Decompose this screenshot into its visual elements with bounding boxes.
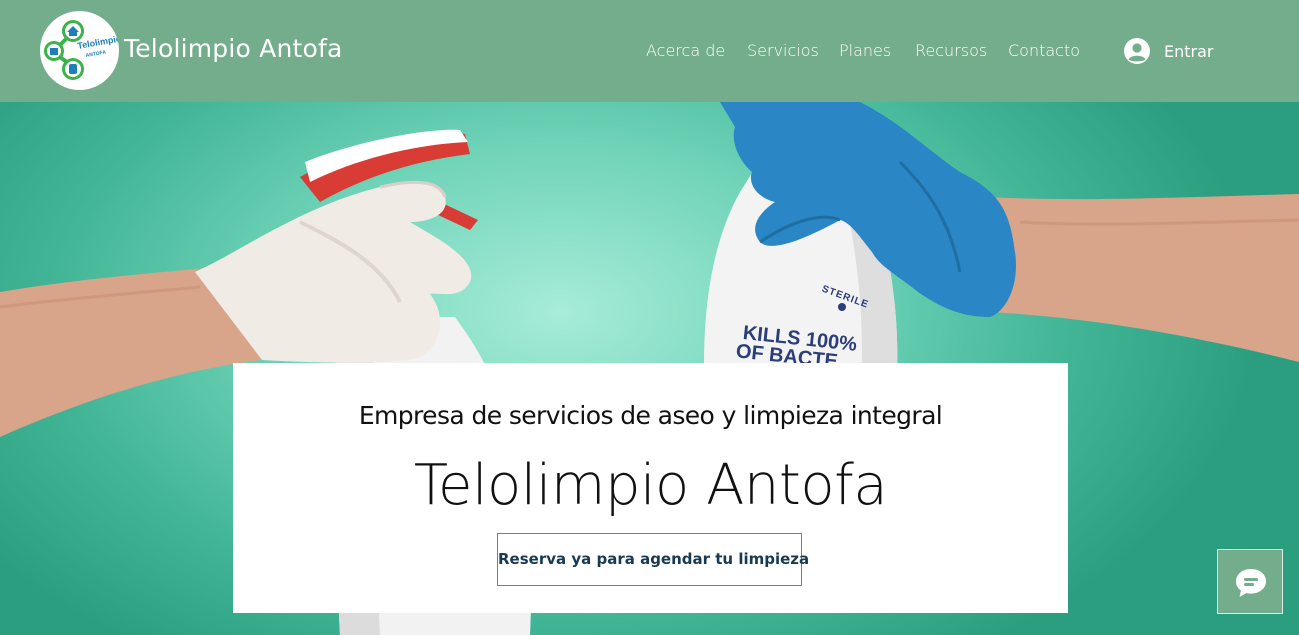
hero-card: Empresa de servicios de aseo y limpieza …: [233, 363, 1068, 613]
login-link[interactable]: Entrar: [1164, 42, 1213, 61]
hero-subtitle: Empresa de servicios de aseo y limpieza …: [358, 401, 943, 430]
nav-item-acerca-de[interactable]: Acerca de: [646, 41, 725, 60]
logo-text-sub: ANTOFA: [85, 49, 107, 59]
site-logo[interactable]: Telolimpio ANTOFA: [40, 11, 119, 90]
book-cleaning-button[interactable]: Reserva ya para agendar tu limpieza: [497, 533, 809, 586]
chat-button[interactable]: [1217, 549, 1283, 614]
nav-item-contacto[interactable]: Contacto: [1008, 41, 1080, 60]
site-header: Telolimpio ANTOFA Telolimpio Antofa Acer…: [0, 0, 1299, 102]
nav-item-planes[interactable]: Planes: [839, 41, 891, 60]
user-avatar-icon[interactable]: [1124, 38, 1150, 64]
site-title[interactable]: Telolimpio Antofa: [124, 34, 343, 63]
nav-item-servicios[interactable]: Servicios: [747, 41, 819, 60]
logo-text-main: Telolimpio: [77, 33, 119, 51]
nav-item-recursos[interactable]: Recursos: [915, 41, 987, 60]
chat-bubble-icon: [1236, 569, 1266, 597]
logo-graphic: Telolimpio ANTOFA: [44, 20, 119, 80]
hero-title: Telolimpio Antofa: [413, 453, 888, 518]
